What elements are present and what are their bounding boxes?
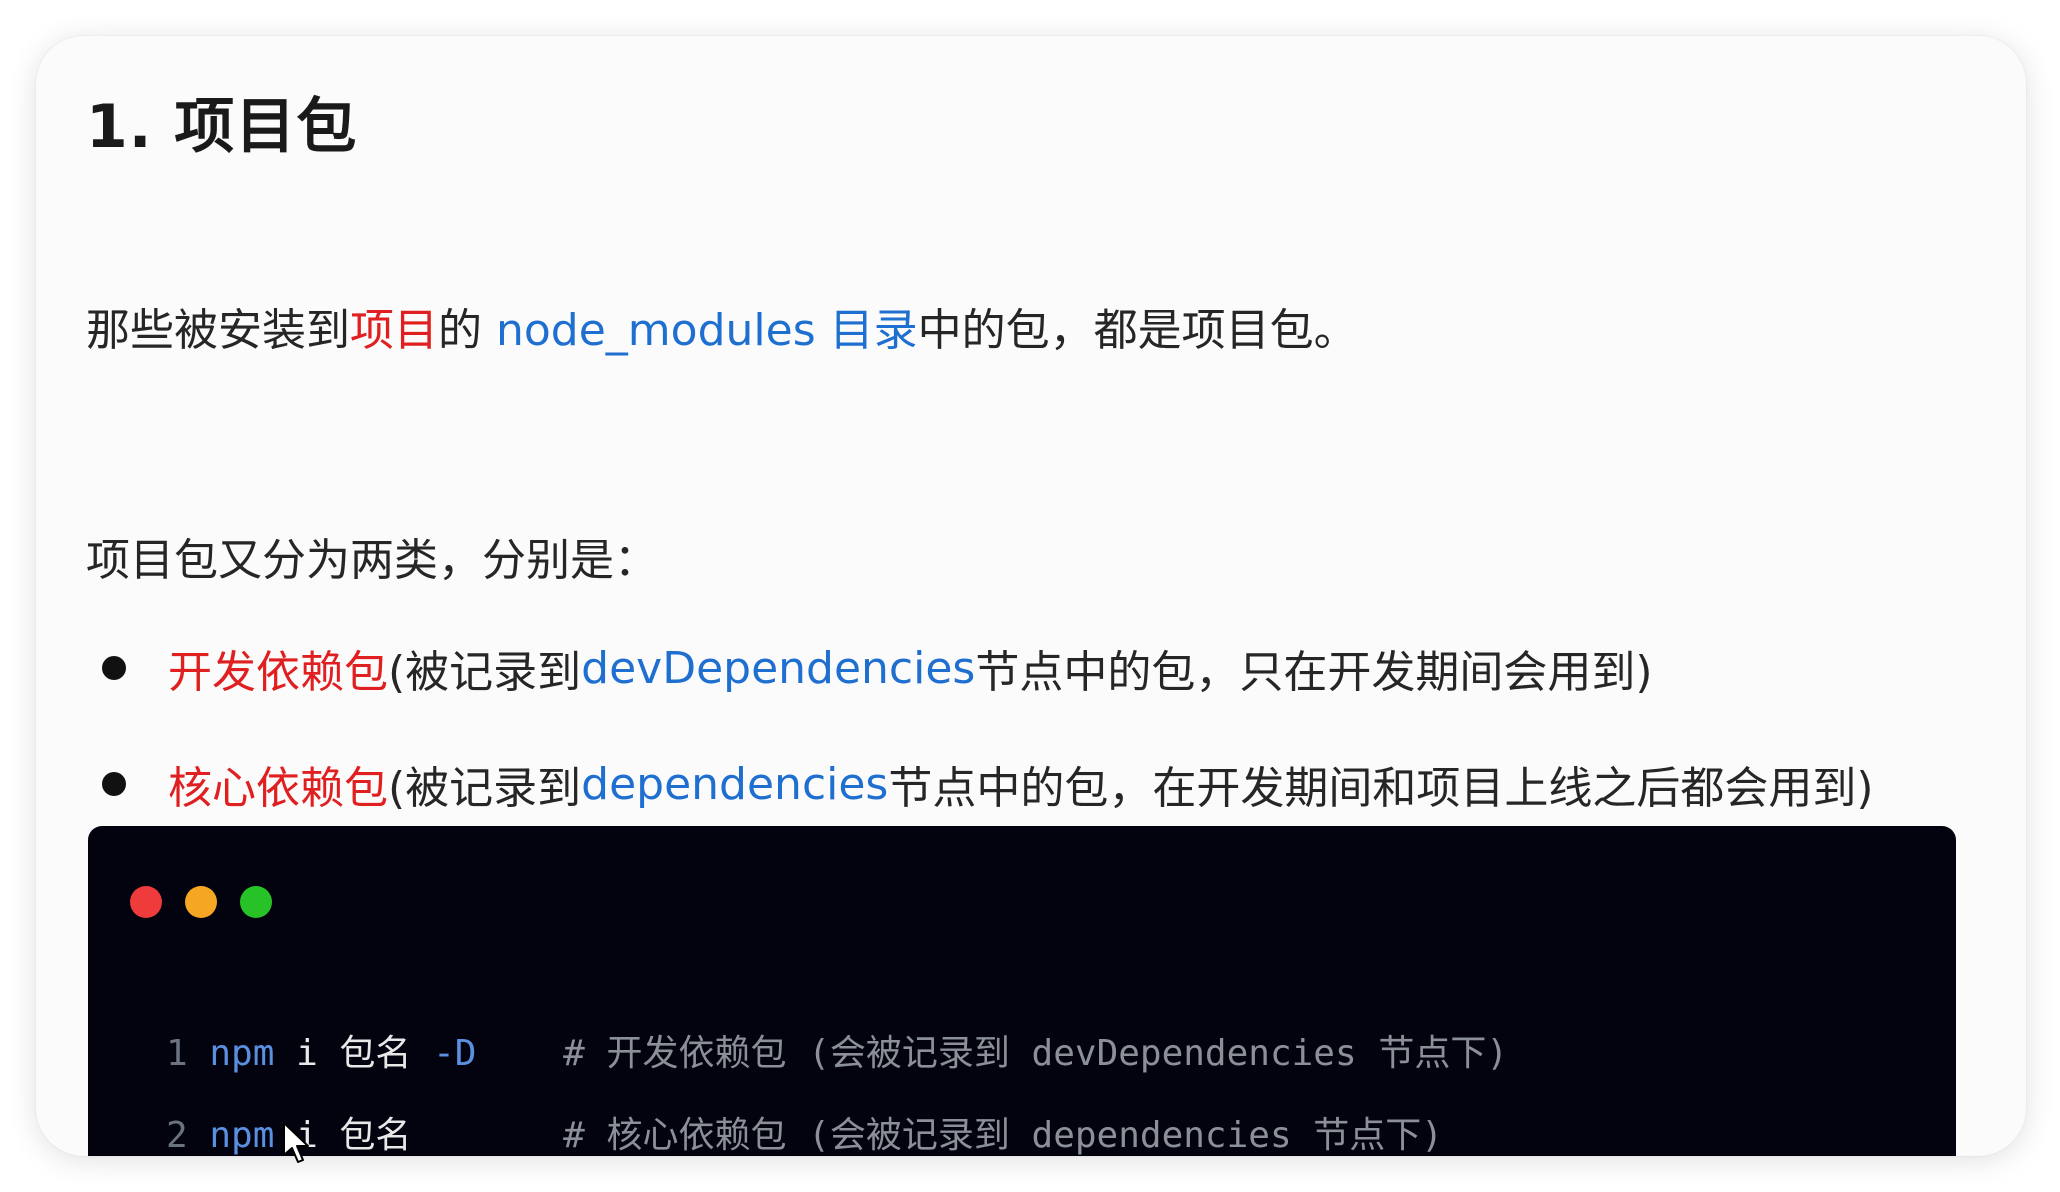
section-title: 1. 项目包 <box>86 92 358 162</box>
bullet-label: 核心依赖包 <box>168 763 388 814</box>
code-terminal: 1 npm i 包名 -D # 开发依赖包 (会被记录到 devDependen… <box>88 826 1956 1156</box>
line-number: 2 <box>166 1115 188 1156</box>
slide-card: 1. 项目包 那些被安装到项目的 node_modules 目录中的包，都是项目… <box>36 36 2026 1156</box>
code-command: i 包名 <box>274 1033 412 1074</box>
intro-text-3: 中的包，都是项目包。 <box>917 305 1358 356</box>
code-padding <box>476 1033 563 1074</box>
bullet-key: dependencies <box>581 758 889 810</box>
code-comment: # 核心依赖包 (会被记录到 dependencies 节点下) <box>563 1115 1443 1156</box>
bullet-text-pre: (被记录到 <box>388 763 582 814</box>
code-flag: -D <box>411 1033 477 1074</box>
bullet-key: devDependencies <box>581 642 976 694</box>
minimize-dot-icon <box>185 886 217 918</box>
bullet-dot-icon <box>102 772 126 796</box>
code-npm: npm <box>209 1115 275 1156</box>
line-number: 1 <box>166 1033 188 1074</box>
code-padding <box>411 1115 563 1156</box>
intro-text-2: 的 <box>438 305 496 356</box>
close-dot-icon <box>130 886 162 918</box>
bullet-label: 开发依赖包 <box>168 647 388 698</box>
maximize-dot-icon <box>240 886 272 918</box>
code-comment: # 开发依赖包 (会被记录到 devDependencies 节点下) <box>563 1033 1508 1074</box>
bullet-text-pre: (被记录到 <box>388 647 582 698</box>
code-line: 2 npm i 包名 # 核心依赖包 (会被记录到 dependencies 节… <box>166 1106 1443 1156</box>
bullet-dependencies: 核心依赖包 (被记录到 dependencies 节点中的包，在开发期间和项目上… <box>86 752 1874 816</box>
code-npm: npm <box>209 1033 275 1074</box>
bullet-dot-icon <box>102 656 126 680</box>
bullet-text-post: 节点中的包，只在开发期间会用到) <box>975 647 1653 698</box>
intro-highlight-project: 项目 <box>350 305 438 356</box>
categories-intro: 项目包又分为两类，分别是： <box>86 535 658 586</box>
code-line: 1 npm i 包名 -D # 开发依赖包 (会被记录到 devDependen… <box>166 1024 1508 1076</box>
intro-highlight-node-modules: node_modules 目录 <box>496 305 918 356</box>
intro-paragraph: 那些被安装到项目的 node_modules 目录中的包，都是项目包。 <box>86 294 1358 358</box>
bullet-dev-dependencies: 开发依赖包 (被记录到 devDependencies 节点中的包，只在开发期间… <box>86 636 1653 700</box>
intro-text-1: 那些被安装到 <box>86 305 350 356</box>
page: 1. 项目包 那些被安装到项目的 node_modules 目录中的包，都是项目… <box>0 0 2060 1192</box>
bullet-text-post: 节点中的包，在开发期间和项目上线之后都会用到) <box>888 763 1874 814</box>
